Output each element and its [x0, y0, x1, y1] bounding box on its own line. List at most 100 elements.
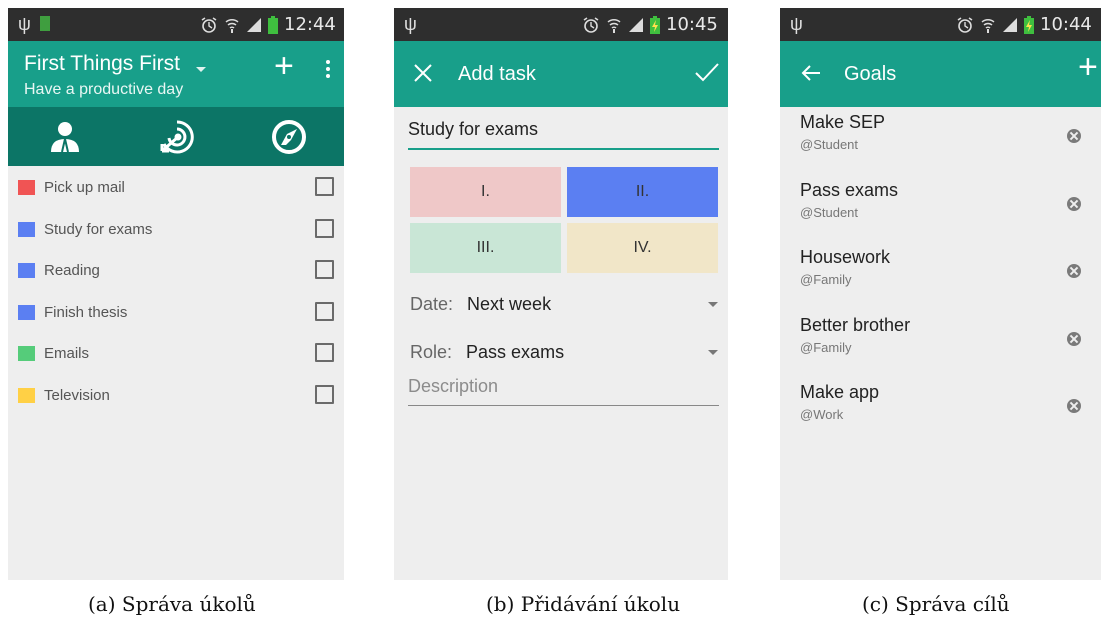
date-dropdown-arrow-icon[interactable] — [708, 302, 718, 307]
wifi-icon — [225, 18, 239, 33]
tab-goals[interactable] — [158, 118, 196, 156]
delete-goal-icon[interactable] — [1067, 196, 1081, 211]
task-row[interactable]: Reading — [8, 249, 344, 291]
task-checkbox[interactable] — [315, 177, 334, 196]
status-time: 12:44 — [284, 14, 336, 35]
app-bar: First Things First Have a productive day… — [8, 41, 344, 107]
goal-role: @Work — [800, 407, 844, 422]
caption-a: (a) Správa úkolů — [88, 592, 256, 616]
tab-compass[interactable] — [270, 118, 308, 156]
app-bar: Add task — [394, 41, 728, 107]
compass-icon — [272, 120, 306, 154]
delete-goal-icon[interactable] — [1067, 129, 1081, 143]
goal-name: Pass exams — [800, 179, 899, 200]
status-time: 10:44 — [1040, 14, 1092, 35]
status-bar: ψ 12:44 — [8, 8, 344, 41]
quadrant-4-option[interactable]: IV. — [567, 223, 718, 273]
more-vert-icon[interactable] — [326, 60, 330, 81]
date-label: Date: — [410, 294, 454, 314]
plus-icon: + — [1078, 48, 1098, 86]
goal-role: @Student — [800, 204, 859, 220]
alarm-icon — [201, 17, 217, 33]
priority-color-swatch — [18, 221, 35, 237]
task-row[interactable]: Emails — [8, 332, 344, 374]
task-checkbox[interactable] — [315, 301, 334, 321]
target-arrow-icon — [160, 120, 194, 154]
alarm-icon — [583, 17, 599, 33]
goal-item[interactable]: Pass exams @Student — [800, 180, 1090, 220]
quadrant-2-option[interactable]: II. — [567, 167, 718, 217]
task-row[interactable]: Study for exams — [8, 208, 344, 250]
goal-item[interactable]: Housework @Family — [800, 247, 1090, 287]
add-goal-button[interactable]: + — [1078, 50, 1098, 84]
delete-goal-icon[interactable] — [1067, 331, 1081, 346]
page-title: Add task — [458, 63, 536, 85]
description-input[interactable]: Description — [408, 376, 719, 406]
goal-name: Make app — [800, 382, 880, 402]
quadrant-1-option[interactable]: I. — [410, 167, 561, 217]
task-row[interactable]: Television — [8, 374, 344, 416]
goal-name: Make SEP — [800, 112, 886, 132]
add-task-button[interactable]: + — [274, 49, 294, 83]
status-time: 10:45 — [666, 14, 718, 35]
task-label: Emails — [44, 345, 90, 362]
status-icons: 10:44 — [956, 15, 1092, 35]
quadrant-3-option[interactable]: III. — [410, 223, 561, 273]
usb-icon: ψ — [790, 14, 803, 34]
role-dropdown-arrow-icon[interactable] — [708, 350, 718, 355]
priority-color-swatch — [18, 263, 35, 278]
task-checkbox[interactable] — [315, 218, 334, 238]
role-value: Pass exams — [466, 342, 565, 362]
goal-name: Better brother — [800, 314, 911, 335]
status-bar: ψ 10:45 — [394, 8, 728, 41]
role-select[interactable]: Role: Pass exams — [410, 342, 564, 363]
goal-item[interactable]: Make app @Work — [800, 382, 1090, 422]
status-bar: ψ 10:44 — [780, 8, 1101, 41]
task-checkbox[interactable] — [315, 260, 334, 279]
usb-icon: ψ — [18, 14, 31, 34]
signal-icon — [629, 18, 643, 32]
tab-roles[interactable] — [46, 118, 84, 156]
priority-color-swatch — [18, 387, 35, 403]
goal-role: @Family — [800, 339, 852, 355]
confirm-check-icon[interactable] — [694, 61, 720, 85]
status-icons: 10:45 — [582, 15, 718, 35]
close-icon[interactable] — [412, 62, 434, 84]
battery-charging-icon — [1024, 16, 1034, 34]
task-label: Pick up mail — [44, 179, 125, 196]
task-label: Finish thesis — [44, 303, 128, 321]
battery-icon — [268, 16, 278, 34]
task-label: Study for exams — [44, 220, 153, 238]
app-subtitle: Have a productive day — [24, 81, 184, 98]
goal-role: @Family — [800, 272, 852, 287]
wifi-icon — [607, 18, 621, 33]
delete-goal-icon[interactable] — [1067, 399, 1081, 413]
plus-icon: + — [274, 47, 294, 85]
back-arrow-icon[interactable] — [800, 63, 822, 83]
app-bar: Goals + — [780, 41, 1101, 107]
screen-goal-management: ψ 10:44 Goals + Make SEP @Student Pass exa… — [780, 8, 1101, 580]
goal-name: Housework — [800, 247, 891, 267]
task-name-input[interactable]: Study for exams — [408, 119, 719, 150]
priority-color-swatch — [18, 180, 35, 195]
task-checkbox[interactable] — [315, 384, 334, 404]
role-label: Role: — [410, 342, 453, 362]
signal-icon — [247, 18, 261, 32]
goal-item[interactable]: Make SEP @Student — [800, 112, 1090, 152]
status-icons: 12:44 — [200, 15, 336, 35]
priority-color-swatch — [18, 346, 35, 361]
goal-item[interactable]: Better brother @Family — [800, 315, 1090, 355]
task-row[interactable]: Pick up mail — [8, 166, 344, 208]
dropdown-caret-icon[interactable] — [196, 67, 206, 72]
goal-role: @Student — [800, 137, 859, 152]
task-row[interactable]: Finish thesis — [8, 291, 344, 333]
task-label: Television — [44, 386, 110, 404]
caption-b: (b) Přidávání úkolu — [486, 592, 681, 616]
date-select[interactable]: Date: Next week — [410, 294, 551, 315]
delete-goal-icon[interactable] — [1067, 264, 1081, 278]
task-label: Reading — [44, 262, 100, 279]
app-title[interactable]: First Things First — [24, 52, 180, 76]
usb-icon: ψ — [404, 14, 417, 34]
task-checkbox[interactable] — [315, 343, 334, 362]
tab-bar — [8, 107, 344, 166]
